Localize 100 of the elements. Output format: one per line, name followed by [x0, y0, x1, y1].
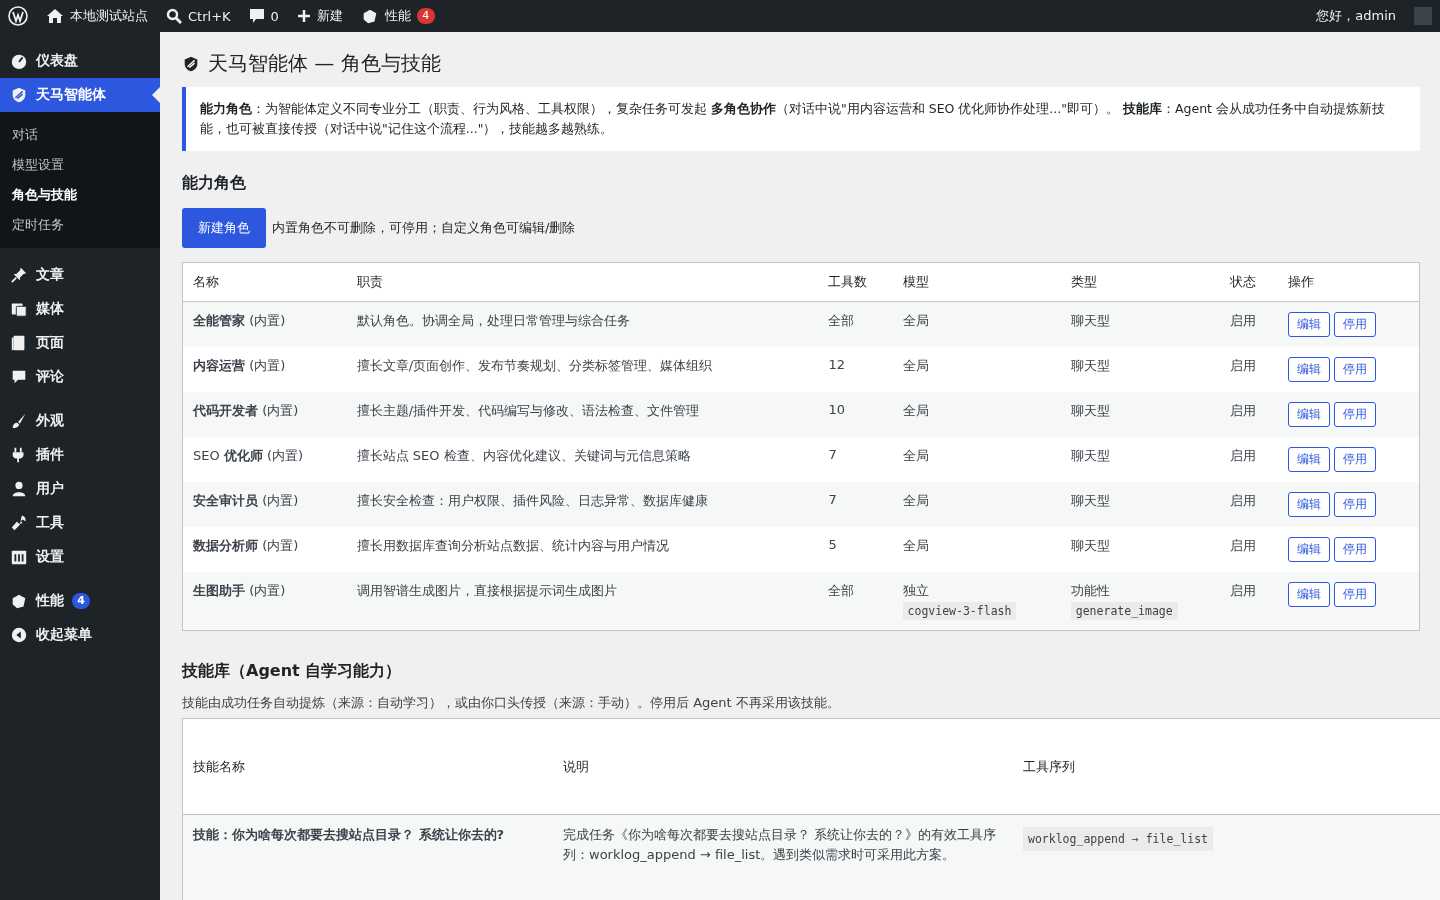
performance-link[interactable]: 性能 4 — [360, 7, 435, 25]
disable-button[interactable]: 停用 — [1334, 492, 1377, 517]
menu-item[interactable]: 收起菜单 — [0, 618, 160, 652]
page-title: 天马智能体 — 角色与技能 — [208, 50, 441, 77]
table-cell-text: 全局 — [902, 357, 930, 375]
site-name-link[interactable]: 本地测试站点 — [46, 7, 148, 25]
table-cell: 10 — [818, 392, 893, 437]
table-cell: 默认角色。协调全局，处理日常管理与综合任务 — [346, 301, 819, 347]
disable-button[interactable]: 停用 — [1334, 447, 1377, 472]
disable-button[interactable]: 停用 — [1334, 582, 1377, 607]
roles-hint: 内置角色不可删除，可停用；自定义角色可编辑/删除 — [272, 219, 576, 237]
submenu-item[interactable]: 角色与技能 — [0, 180, 160, 210]
table-cell-text: 聊天型 — [1070, 537, 1111, 555]
section-heading: 技能库（Agent 自学习能力） — [182, 661, 403, 682]
edit-button[interactable]: 编辑 — [1288, 357, 1331, 382]
menu-item[interactable]: 工具 — [0, 506, 160, 540]
pin-icon — [10, 266, 28, 284]
table-cell: 内容运营 (内置) — [182, 347, 347, 392]
disable-button[interactable]: 停用 — [1334, 312, 1377, 337]
table-cell: 7 — [818, 482, 893, 527]
menu-item[interactable]: 评论 — [0, 360, 160, 394]
column-header: 状态 — [1220, 262, 1279, 302]
shield-icon — [182, 54, 200, 73]
table-cell: 代码开发者 (内置) — [182, 392, 347, 437]
table-cell: 启用 — [1220, 301, 1279, 347]
column-header: 技能名称 — [182, 718, 553, 815]
comment-icon — [248, 8, 265, 24]
table-cell: SEO 优化师 (内置) — [182, 437, 347, 482]
new-content-link[interactable]: 新建 — [296, 7, 343, 25]
count-badge: 4 — [72, 593, 90, 609]
table-cell: 擅长站点 SEO 检查、内容优化建议、关键词与元信息策略 — [346, 437, 819, 482]
table-cell: 启用 — [1220, 482, 1279, 527]
user-icon — [10, 480, 28, 498]
table-cell: 全部 — [818, 572, 893, 631]
table-cell: 12 — [818, 347, 893, 392]
table-cell-text: 聊天型 — [1070, 447, 1111, 465]
edit-button[interactable]: 编辑 — [1288, 312, 1331, 337]
table-cell: 调用智谱生成图片，直接根据提示词生成图片 — [346, 572, 819, 631]
menu-item[interactable]: 仪表盘 — [0, 44, 160, 78]
edit-button[interactable]: 编辑 — [1288, 402, 1331, 427]
wordpress-logo-icon[interactable] — [8, 6, 28, 26]
column-header: 名称 — [182, 262, 347, 302]
table-cell: 5 — [818, 527, 893, 572]
table-cell: 安全审计员 (内置) — [182, 482, 347, 527]
new-role-button[interactable]: 新建角色 — [182, 208, 266, 248]
code-tag: generate_image — [1070, 602, 1178, 620]
menu-item[interactable]: 设置 — [0, 540, 160, 574]
table-cell: 启用 — [1220, 527, 1279, 572]
menu-item[interactable]: 页面 — [0, 326, 160, 360]
menu-item[interactable]: 天马智能体 — [0, 78, 160, 112]
table-cell: 擅长用数据库查询分析站点数据、统计内容与用户情况 — [346, 527, 819, 572]
home-icon — [46, 8, 64, 24]
menu-item[interactable]: 性能 4 — [0, 584, 160, 618]
menu-item[interactable]: 文章 — [0, 258, 160, 292]
table-cell-text: 全局 — [902, 312, 930, 330]
search-button[interactable]: Ctrl+K — [166, 8, 231, 24]
disable-button[interactable]: 停用 — [1334, 537, 1377, 562]
table-cell: 技能：你为啥每次都要去搜站点目录？ 系统让你去的? — [182, 814, 553, 900]
disable-button[interactable]: 停用 — [1334, 357, 1377, 382]
table-cell: 全能管家 (内置) — [182, 301, 347, 347]
column-header: 操作 — [1278, 262, 1420, 302]
column-header: 说明 — [553, 718, 1013, 815]
skills-hint: 技能由成功任务自动提炼（来源：自动学习），或由你口头传授（来源：手动）。停用后 Agent 不再采用该技能。 — [182, 694, 841, 712]
table-cell: 擅长主题/插件开发、代码编写与修改、语法检查、文件管理 — [346, 392, 819, 437]
column-header: 职责 — [346, 262, 819, 302]
submenu-item[interactable]: 定时任务 — [0, 210, 160, 240]
table-cell-text: 聊天型 — [1070, 402, 1111, 420]
edit-button[interactable]: 编辑 — [1288, 492, 1331, 517]
submenu-item[interactable]: 模型设置 — [0, 150, 160, 180]
menu-item[interactable]: 插件 — [0, 438, 160, 472]
table-cell-text: 独立 — [902, 582, 930, 600]
table-cell: 启用 — [1220, 437, 1279, 482]
gauge-icon — [10, 52, 28, 70]
menu-item[interactable]: 用户 — [0, 472, 160, 506]
edit-button[interactable]: 编辑 — [1288, 537, 1331, 562]
table-cell-text: 全局 — [902, 447, 930, 465]
column-header: 模型 — [892, 262, 1061, 302]
comments-link[interactable]: 0 — [248, 8, 279, 24]
table-cell-text: 全局 — [902, 402, 930, 420]
code-tag: worklog_append → file_list — [1023, 827, 1213, 851]
edit-button[interactable]: 编辑 — [1288, 447, 1331, 472]
collapse-icon — [10, 626, 28, 644]
table-cell: 启用 — [1220, 572, 1279, 631]
column-header: 类型 — [1060, 262, 1221, 302]
submenu-item[interactable]: 对话 — [0, 120, 160, 150]
edit-button[interactable]: 编辑 — [1288, 582, 1331, 607]
greeting-link[interactable]: 您好，admin — [1316, 7, 1396, 25]
menu-item[interactable]: 媒体 — [0, 292, 160, 326]
table-cell: 启用 — [1220, 347, 1279, 392]
table-cell: 全部 — [818, 301, 893, 347]
count-badge: 4 — [416, 8, 435, 24]
table-cell: 擅长安全检查：用户权限、插件风险、日志异常、数据库健康 — [346, 482, 819, 527]
shield-icon — [10, 86, 28, 104]
table-cell: 启用 — [1220, 392, 1279, 437]
table-cell: 7 — [818, 437, 893, 482]
menu-item[interactable]: 外观 — [0, 404, 160, 438]
disable-button[interactable]: 停用 — [1334, 402, 1377, 427]
table-cell: 生图助手 (内置) — [182, 572, 347, 631]
settings-icon — [10, 548, 28, 566]
table-cell-text: 功能性 — [1070, 582, 1111, 600]
